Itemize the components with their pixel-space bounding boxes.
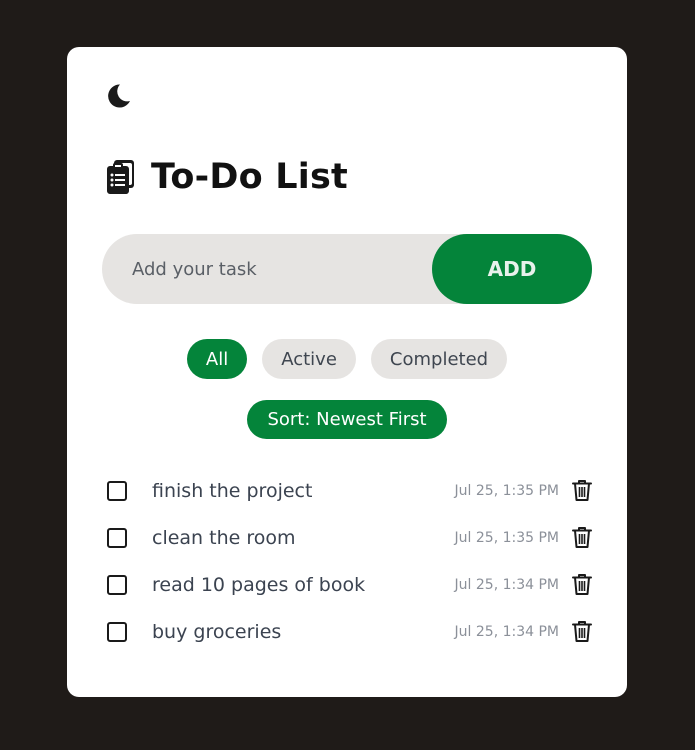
trash-icon: [572, 527, 592, 548]
task-checkbox[interactable]: [107, 621, 127, 642]
theme-toggle-button[interactable]: [103, 81, 133, 111]
task-timestamp: Jul 25, 1:35 PM: [454, 482, 559, 499]
task-list: finish the project Jul 25, 1:35 PM clean…: [107, 467, 593, 655]
task-checkbox[interactable]: [107, 527, 127, 548]
task-text: clean the room: [152, 526, 296, 549]
task-text: read 10 pages of book: [152, 573, 366, 596]
task-timestamp: Jul 25, 1:35 PM: [454, 529, 559, 546]
add-task-form: ADD: [102, 233, 592, 305]
filter-all-button[interactable]: All: [186, 339, 248, 379]
task-item: clean the room Jul 25, 1:35 PM: [107, 514, 593, 561]
sort-button[interactable]: Sort: Newest First: [247, 400, 447, 439]
sort-row: Sort: Newest First: [67, 400, 627, 439]
filter-active-button[interactable]: Active: [262, 339, 356, 379]
task-checkbox[interactable]: [107, 480, 127, 501]
task-item: finish the project Jul 25, 1:35 PM: [107, 467, 593, 514]
task-checkbox[interactable]: [107, 574, 127, 595]
delete-button[interactable]: [571, 573, 593, 597]
trash-icon: [572, 574, 592, 595]
task-input[interactable]: [102, 233, 432, 305]
task-timestamp: Jul 25, 1:34 PM: [454, 576, 559, 593]
filter-tabs: All Active Completed: [67, 339, 627, 379]
task-item: buy groceries Jul 25, 1:34 PM: [107, 608, 593, 655]
delete-button[interactable]: [571, 620, 593, 644]
add-button[interactable]: ADD: [432, 234, 592, 304]
filter-completed-button[interactable]: Completed: [370, 339, 508, 379]
task-item: read 10 pages of book Jul 25, 1:34 PM: [107, 561, 593, 608]
moon-icon: [108, 84, 130, 108]
page-title: To-Do List: [151, 157, 348, 197]
trash-icon: [572, 621, 592, 642]
delete-button[interactable]: [571, 526, 593, 550]
trash-icon: [572, 480, 592, 501]
task-text: finish the project: [152, 479, 313, 502]
task-timestamp: Jul 25, 1:34 PM: [454, 623, 559, 640]
header: To-Do List: [105, 157, 348, 197]
todo-card: To-Do List ADD All Active Completed Sort…: [67, 47, 627, 697]
delete-button[interactable]: [571, 479, 593, 503]
task-text: buy groceries: [152, 620, 282, 643]
clipboard-icon: [107, 160, 134, 194]
